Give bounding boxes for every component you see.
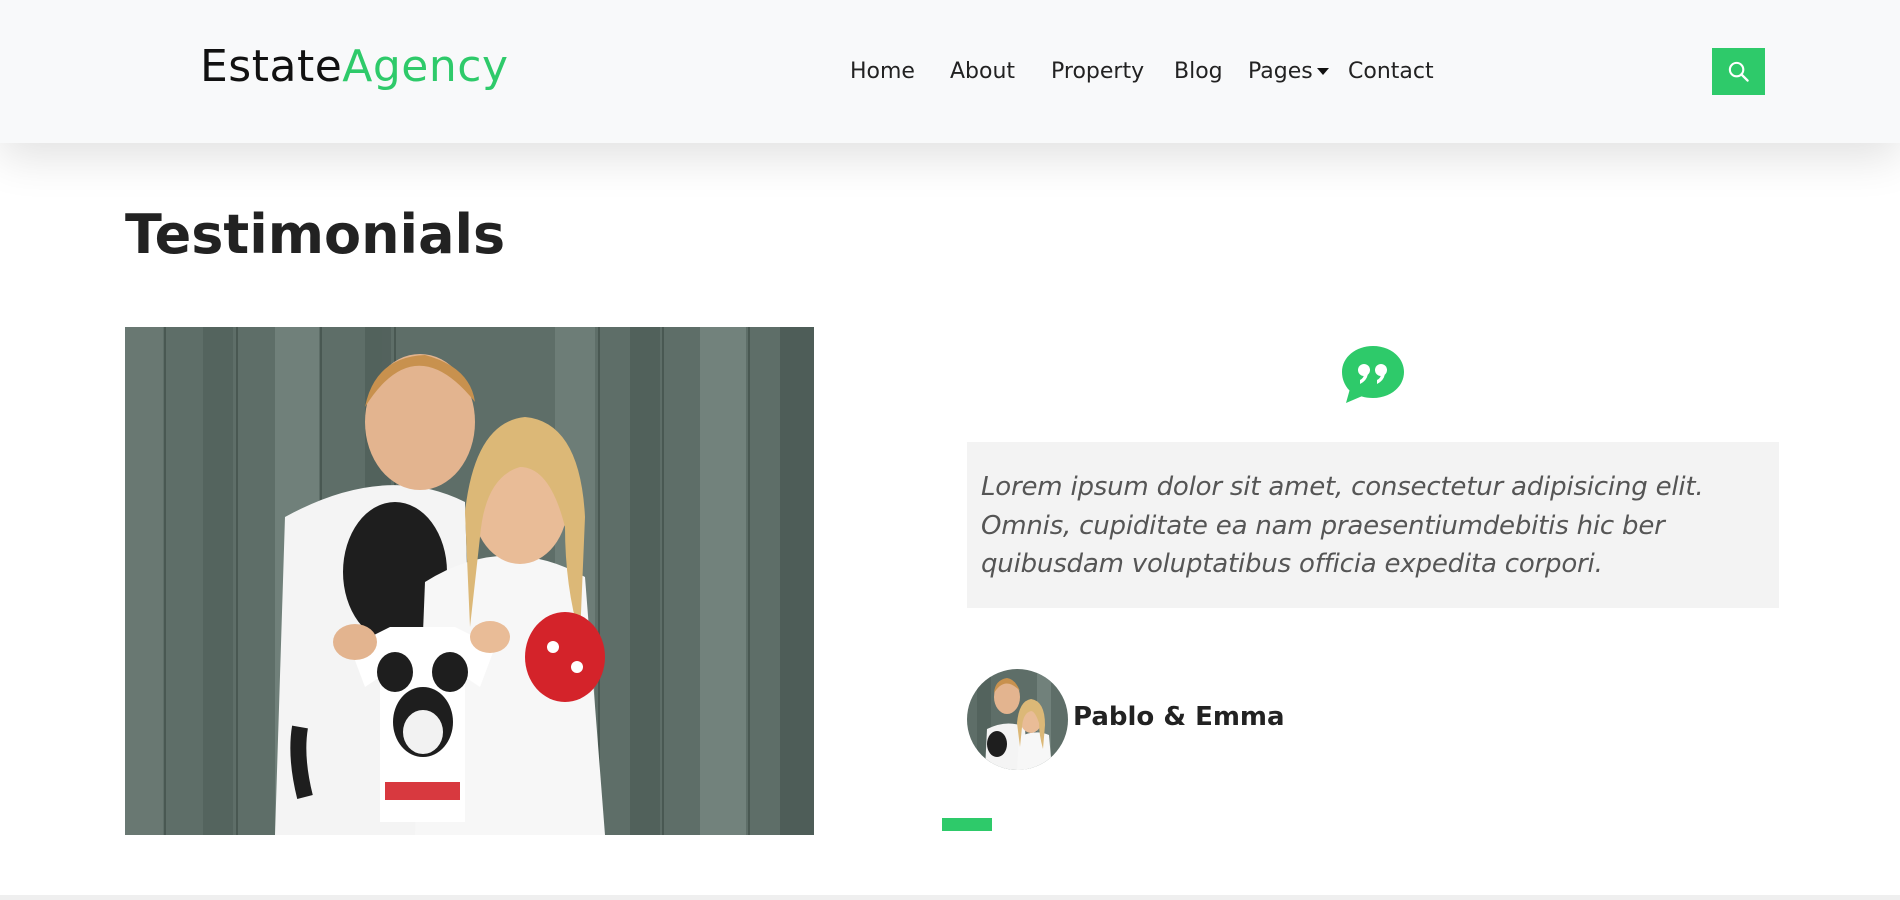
page-title: Testimonials bbox=[125, 203, 506, 266]
quote-icon bbox=[1342, 346, 1404, 403]
navbar: EstateAgency Home About Property Blog Pa… bbox=[0, 0, 1900, 143]
author-name: Pablo & Emma bbox=[1073, 702, 1285, 732]
nav-about-link[interactable]: About bbox=[950, 58, 1015, 86]
nav-contact-link[interactable]: Contact bbox=[1348, 58, 1434, 86]
caret-down-icon[interactable] bbox=[1317, 68, 1329, 75]
author-avatar bbox=[967, 669, 1068, 770]
brand-part-estate: Estate bbox=[200, 41, 343, 92]
carousel-indicator-active[interactable] bbox=[942, 818, 992, 831]
nav-pages-dropdown[interactable]: Pages bbox=[1248, 58, 1313, 86]
nav-home-link[interactable]: Home bbox=[850, 58, 915, 86]
testimonial-text: Lorem ipsum dolor sit amet, consectetur … bbox=[981, 472, 1704, 579]
search-icon bbox=[1728, 61, 1749, 82]
testimonial-photo bbox=[125, 327, 814, 835]
section-divider bbox=[0, 895, 1900, 900]
nav-blog-link[interactable]: Blog bbox=[1174, 58, 1223, 86]
testimonial-quote-box: Lorem ipsum dolor sit amet, consectetur … bbox=[967, 442, 1779, 608]
brand-logo[interactable]: EstateAgency bbox=[200, 41, 508, 93]
nav-property-link[interactable]: Property bbox=[1051, 58, 1144, 86]
brand-part-agency: Agency bbox=[342, 41, 509, 92]
search-button[interactable] bbox=[1712, 48, 1765, 95]
